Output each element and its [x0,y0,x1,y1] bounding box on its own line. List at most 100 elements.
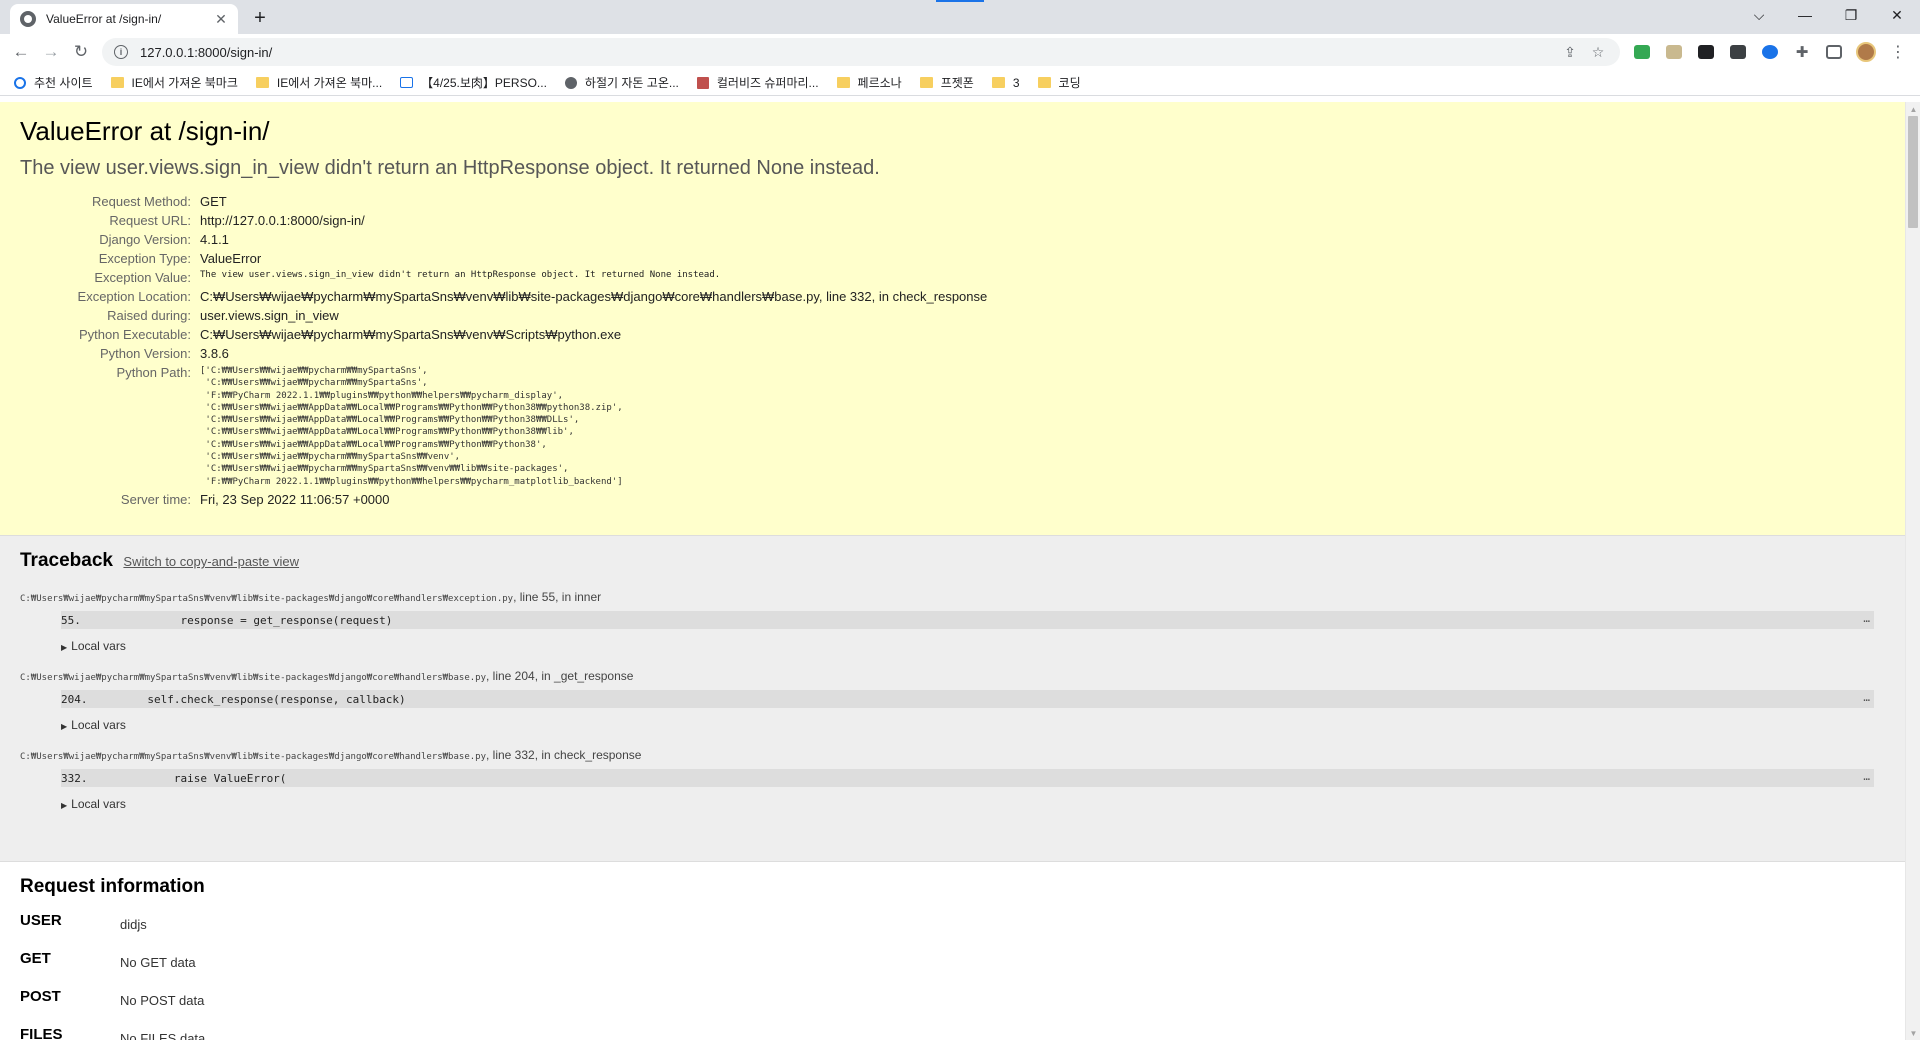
request-info-key: POST [20,988,61,1005]
meta-row: Django Version: 4.1.1 [20,230,987,249]
extension-dark-icon[interactable] [1722,38,1754,66]
extension-blue-icon[interactable] [1754,38,1786,66]
meta-value: 4.1.1 [200,232,229,247]
bookmark-item[interactable]: 하절기 자돈 고온... [564,74,679,91]
bookmark-label: 컬러비즈 슈퍼마리... [716,76,819,90]
bookmark-label: 하절기 자돈 고온... [584,76,679,90]
meta-value: 3.8.6 [200,346,229,361]
meta-label: Django Version: [99,232,191,247]
traceback-frames: C:₩Users₩wijae₩pycharm₩mySpartaSns₩venv₩… [20,590,1885,811]
meta-value: C:₩Users₩wijae₩pycharm₩mySpartaSns₩venv₩… [200,327,622,342]
bookmark-label: IE에서 가져온 북마크 [131,76,238,90]
folder-icon [1037,77,1051,88]
url-text[interactable]: 127.0.0.1:8000/sign-in/ [140,45,1556,60]
address-bar[interactable]: i 127.0.0.1:8000/sign-in/ ⇪ ☆ [102,38,1620,66]
bookmark-label: 【4/25.보肉】PERSO... [421,76,547,90]
folder-icon [110,77,124,88]
frame-code: response = get_response(request) [101,613,393,627]
bookmark-item[interactable]: 컬러비즈 슈퍼마리... [696,74,819,91]
frame-location: C:₩Users₩wijae₩pycharm₩mySpartaSns₩venv₩… [20,590,1885,604]
frame-line-number: 332. [61,771,88,785]
minimize-icon[interactable]: — [1782,0,1828,30]
extension-image-icon[interactable] [1658,38,1690,66]
extensions-puzzle-icon[interactable]: ✚ [1786,38,1818,66]
side-panel-icon[interactable] [1818,38,1850,66]
profile-avatar[interactable] [1850,38,1882,66]
close-tab-icon[interactable]: ✕ [212,10,230,28]
frame-location: C:₩Users₩wijae₩pycharm₩mySpartaSns₩venv₩… [20,748,1885,762]
globe-favicon-icon [20,11,36,27]
meta-row: Request URL: http://127.0.0.1:8000/sign-i… [20,211,987,230]
scroll-up-icon[interactable]: ▲ [1906,102,1920,116]
window-controls: ⌵ — ❐ ✕ [1736,0,1920,30]
frame-code-line[interactable]: 55. response = get_response(request) … [61,611,1874,629]
scrollbar-thumb[interactable] [1908,116,1918,228]
local-vars-toggle[interactable]: ▶ Local vars [61,718,1885,732]
expand-triangle-icon: ▶ [61,722,68,731]
bookmark-item[interactable]: IE에서 가져온 북마... [255,74,383,91]
request-info-value: No GET data [120,955,196,970]
scroll-down-icon[interactable]: ▼ [1906,1026,1920,1040]
tab-title: ValueError at /sign-in/ [46,12,162,26]
folder-icon [991,77,1005,88]
bookmark-item[interactable]: 3 [991,76,1020,90]
page-scrollbar[interactable]: ▲ ▼ [1905,102,1920,1040]
bookmark-label: 페르소나 [857,76,902,90]
frame-code: raise ValueError( [101,771,287,785]
traceback-title: Traceback [20,550,113,571]
crm-icon [696,76,709,89]
bookmark-item[interactable]: 코딩 [1037,74,1081,91]
meta-label: Request Method: [91,194,191,209]
request-info-key: GET [20,950,51,967]
bookmark-item[interactable]: 【4/25.보肉】PERSO... [400,74,547,91]
bookmark-item[interactable]: IE에서 가져온 북마크 [110,74,238,91]
frame-line-number: 55. [61,613,81,627]
traceback-frame: C:₩Users₩wijae₩pycharm₩mySpartaSns₩venv₩… [20,669,1885,732]
meta-row: Request Method: GET [20,192,987,211]
traceback-section: Traceback Switch to copy-and-paste view … [0,536,1905,862]
new-tab-button[interactable]: + [246,4,274,32]
extension-green-icon[interactable] [1626,38,1658,66]
request-info-row: FILES No FILES data [20,1026,1885,1040]
bookmark-label: 코딩 [1058,76,1081,90]
tab-search-chevron-icon[interactable]: ⌵ [1736,0,1782,30]
meta-value: GET [200,194,227,209]
meta-label: Python Path: [116,365,191,380]
extension-black-icon[interactable] [1690,38,1722,66]
bookmark-item[interactable]: 추천 사이트 [14,74,93,91]
exception-message: The view user.views.sign_in_view didn't … [20,157,880,179]
bookmark-label: IE에서 가져온 북마... [276,76,383,90]
share-icon[interactable]: ⇪ [1556,44,1584,61]
local-vars-label: Local vars [71,639,126,653]
request-info-value: No FILES data [120,1031,206,1040]
site-info-icon[interactable]: i [114,45,128,59]
meta-value: http://127.0.0.1:8000/sign-in/ [200,213,365,228]
expand-context-icon[interactable]: … [1863,770,1870,783]
bookmark-star-icon[interactable]: ☆ [1584,44,1612,61]
close-window-icon[interactable]: ✕ [1874,0,1920,30]
meta-value: ValueError [200,251,262,266]
bookmark-item[interactable]: 프젯폰 [919,74,974,91]
python-path-list: ['C:₩₩Users₩₩wijae₩₩pycharm₩₩mySpartaSns… [200,366,623,487]
frame-line-info: , line 332, in check_response [486,748,642,762]
restore-icon[interactable]: ❐ [1828,0,1874,30]
expand-context-icon[interactable]: … [1863,691,1870,704]
local-vars-toggle[interactable]: ▶ Local vars [61,639,1885,653]
kebab-menu-icon[interactable]: ⋮ [1882,38,1914,66]
forward-arrow-icon[interactable]: → [36,38,66,66]
local-vars-toggle[interactable]: ▶ Local vars [61,797,1885,811]
frame-location: C:₩Users₩wijae₩pycharm₩mySpartaSns₩venv₩… [20,669,1885,683]
frame-code-line[interactable]: 332. raise ValueError( … [61,769,1874,787]
reload-icon[interactable]: ↻ [66,38,96,66]
expand-context-icon[interactable]: … [1863,612,1870,625]
request-info-row: POST No POST data [20,988,1885,1026]
request-info-key: FILES [20,1026,63,1040]
bookmark-item[interactable]: 페르소나 [836,74,902,91]
tab-active[interactable]: ValueError at /sign-in/ ✕ [10,4,238,34]
back-arrow-icon[interactable]: ← [6,38,36,66]
meta-label: Exception Value: [94,270,191,285]
frame-code-line[interactable]: 204. self.check_response(response, callb… [61,690,1874,708]
switch-copy-paste-link[interactable]: Switch to copy-and-paste view [123,554,299,569]
bookmark-label: 프젯폰 [940,76,974,90]
request-info-value: didjs [120,917,147,932]
